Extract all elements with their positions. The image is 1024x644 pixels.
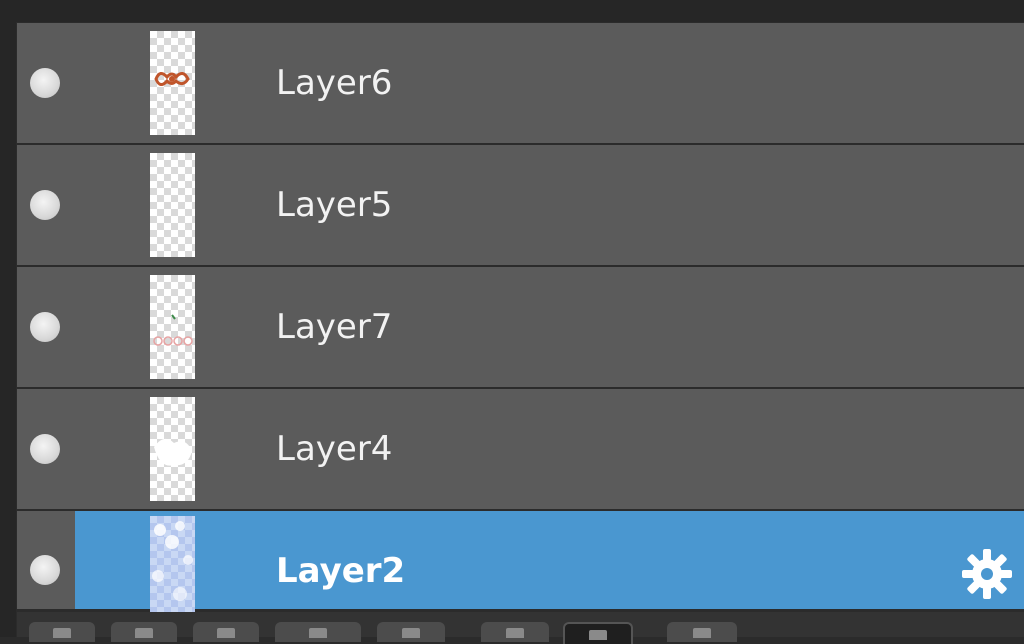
pink-sketch-thumbnail xyxy=(153,314,193,346)
layer-name[interactable]: Layer5 xyxy=(276,185,392,225)
selection-highlight xyxy=(75,511,1024,609)
layer-name[interactable]: Layer7 xyxy=(276,307,392,347)
layer-row-layer4[interactable]: Layer4 xyxy=(17,389,1024,509)
white-shape-thumbnail xyxy=(154,438,192,466)
layer-thumbnail[interactable] xyxy=(150,31,195,135)
layer-thumbnail[interactable] xyxy=(150,397,195,501)
layer-list: Layer6 Layer5 Layer7 Layer4 Layer2 xyxy=(17,23,1024,614)
layer-name[interactable]: Layer6 xyxy=(276,63,392,103)
layer-row-layer2[interactable]: Layer2 xyxy=(17,511,1024,614)
visibility-dot-icon[interactable] xyxy=(30,434,60,464)
delete-layer-glyph xyxy=(589,630,607,640)
layer-thumbnail[interactable] xyxy=(150,516,195,614)
visibility-dot-icon[interactable] xyxy=(30,312,60,342)
layer-thumbnail[interactable] xyxy=(150,275,195,379)
visibility-dot-icon[interactable] xyxy=(30,68,60,98)
duplicate-layer-icon[interactable] xyxy=(111,622,177,642)
new-layer-icon[interactable] xyxy=(29,622,95,642)
settings-icon[interactable] xyxy=(667,622,737,642)
layer-style-icon[interactable] xyxy=(481,622,549,642)
blue-cloud-thumbnail xyxy=(152,521,193,601)
layer-row-layer5[interactable]: Layer5 xyxy=(17,145,1024,265)
layer-row-layer6[interactable]: Layer6 xyxy=(17,23,1024,143)
layer-thumbnail[interactable] xyxy=(150,153,195,257)
panel-left-edge xyxy=(0,0,16,637)
panel-header xyxy=(0,0,1024,22)
merge-layer-icon[interactable] xyxy=(193,622,259,642)
visibility-dot-icon[interactable] xyxy=(30,190,60,220)
layer-name[interactable]: Layer2 xyxy=(276,551,405,591)
layers-toolbar xyxy=(17,612,1024,644)
delete-layer-icon[interactable] xyxy=(563,622,633,644)
layer-row-layer7[interactable]: Layer7 xyxy=(17,267,1024,387)
layers-panel: Layer6 Layer5 Layer7 Layer4 Layer2 xyxy=(0,0,1024,644)
layer-group-icon[interactable] xyxy=(275,622,361,642)
mask-icon[interactable] xyxy=(377,622,445,642)
visibility-dot-icon[interactable] xyxy=(30,555,60,585)
gear-icon[interactable] xyxy=(960,547,1014,601)
orange-bow-thumbnail xyxy=(154,72,190,86)
layer-name[interactable]: Layer4 xyxy=(276,429,392,469)
